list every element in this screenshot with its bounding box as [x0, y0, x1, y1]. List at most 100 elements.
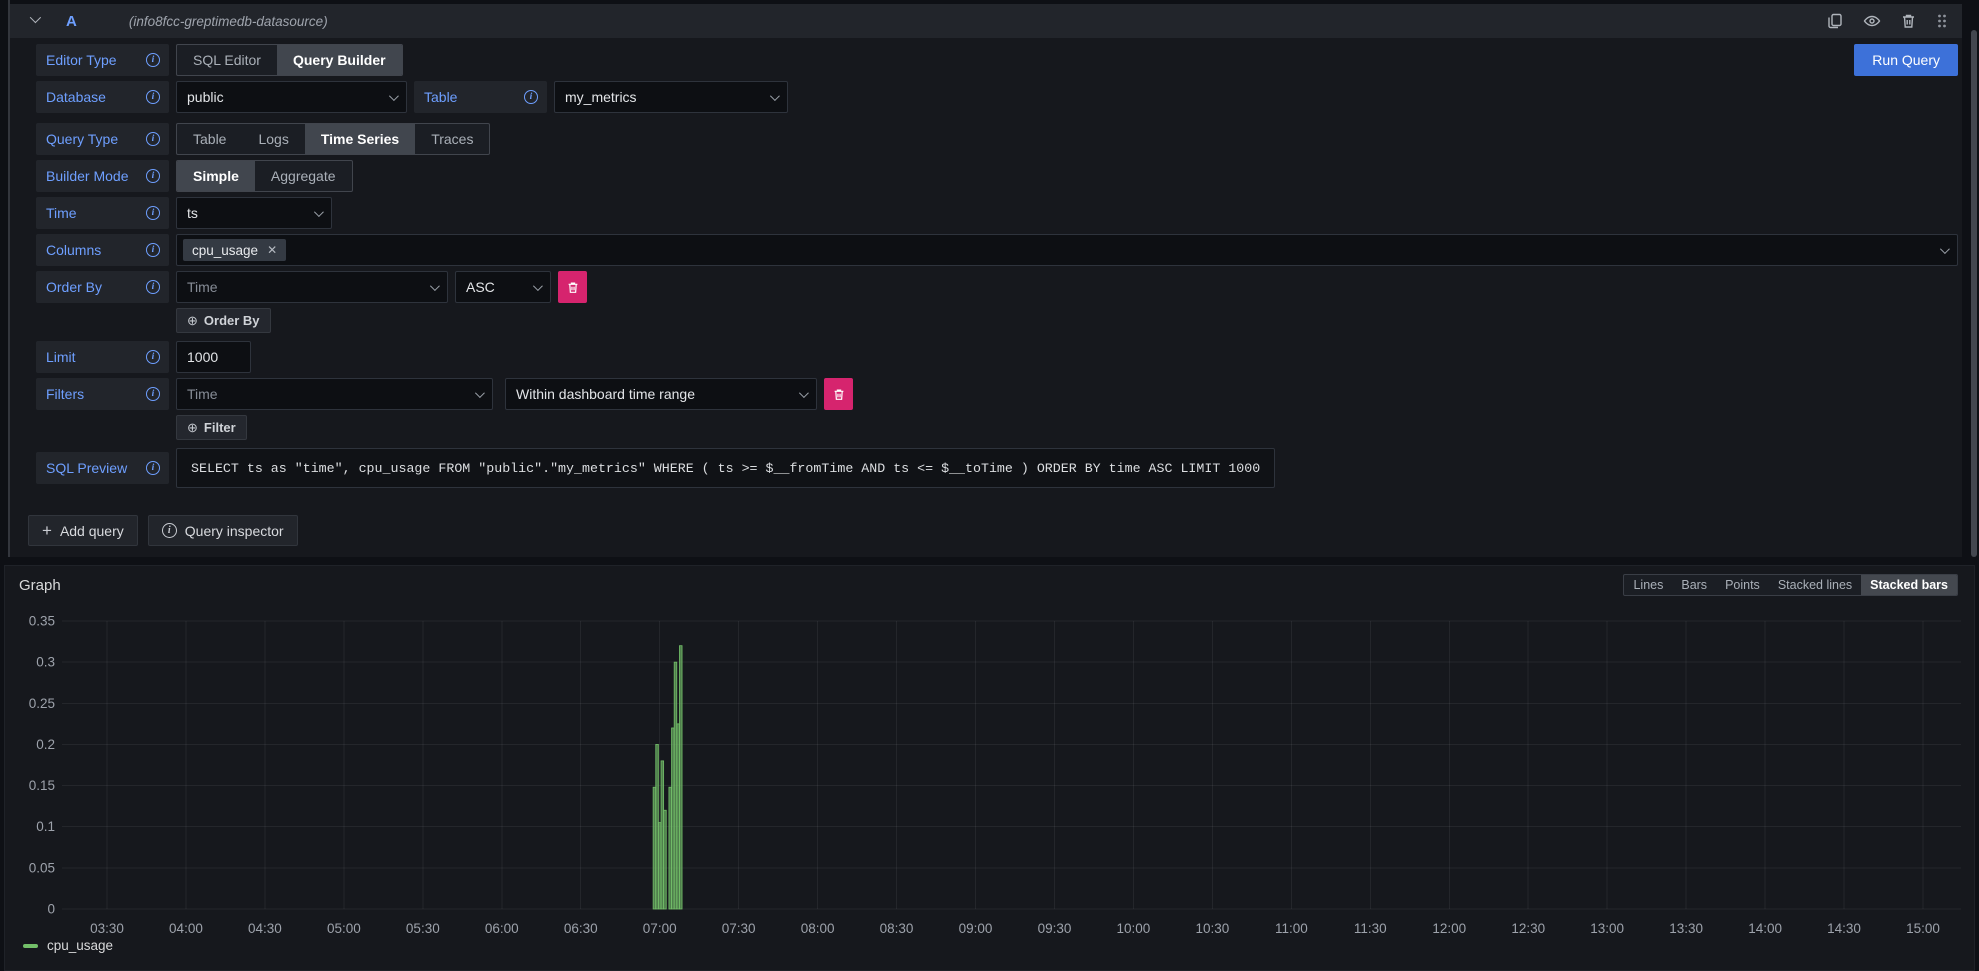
chevron-down-icon — [389, 91, 399, 101]
time-column-select[interactable]: ts — [176, 197, 332, 229]
display-mode-option-lines[interactable]: Lines — [1624, 575, 1672, 595]
chevron-down-icon — [770, 91, 780, 101]
collapse-chevron-icon[interactable] — [30, 12, 41, 23]
info-icon[interactable]: i — [146, 53, 160, 67]
y-axis-tick-label: 0.25 — [29, 696, 55, 711]
y-axis-tick-label: 0 — [47, 902, 55, 917]
query-type-option-time-series[interactable]: Time Series — [305, 124, 415, 154]
add-filter-button[interactable]: ⊕ Filter — [176, 415, 247, 440]
order-by-direction-select[interactable]: ASC — [455, 271, 551, 303]
plus-icon: + — [42, 521, 52, 541]
chevron-down-icon — [475, 388, 485, 398]
display-mode-option-points[interactable]: Points — [1716, 575, 1769, 595]
chevron-down-icon — [430, 281, 440, 291]
info-icon[interactable]: i — [146, 169, 160, 183]
column-tag-cpu_usage[interactable]: cpu_usage✕ — [183, 239, 286, 261]
info-icon[interactable]: i — [146, 280, 160, 294]
bar-cpu_usage-07:08[interactable] — [679, 646, 682, 909]
display-mode-option-stacked-bars[interactable]: Stacked bars — [1861, 575, 1957, 595]
bar-cpu_usage-07:01[interactable] — [661, 761, 664, 909]
scrollbar-thumb[interactable] — [1971, 30, 1977, 557]
x-axis-tick-label: 12:00 — [1432, 921, 1466, 936]
display-mode-option-stacked-lines[interactable]: Stacked lines — [1769, 575, 1861, 595]
x-axis-tick-label: 04:30 — [248, 921, 282, 936]
display-mode-option-bars[interactable]: Bars — [1672, 575, 1716, 595]
info-icon[interactable]: i — [146, 90, 160, 104]
drag-handle-icon[interactable] — [1936, 13, 1948, 29]
query-type-option-table[interactable]: Table — [177, 124, 242, 154]
bar-cpu_usage-07:06[interactable] — [674, 662, 677, 909]
y-axis-tick-label: 0.05 — [29, 860, 55, 875]
chevron-down-icon — [314, 207, 324, 217]
info-icon[interactable]: i — [524, 90, 538, 104]
legend-item-cpu-usage[interactable]: cpu_usage — [23, 938, 113, 953]
cpu-usage-chart[interactable]: 00.050.10.150.20.250.30.3503:3004:0004:3… — [19, 606, 1964, 946]
x-axis-tick-label: 13:00 — [1590, 921, 1624, 936]
add-order-by-button[interactable]: ⊕ Order By — [176, 308, 271, 333]
toggle-visibility-eye-icon[interactable] — [1863, 13, 1881, 29]
display-mode-radio-group: LinesBarsPointsStacked linesStacked bars — [1623, 574, 1958, 596]
query-ref-id[interactable]: A — [66, 13, 77, 30]
query-editor-section: A (info8fcc-greptimedb-datasource) Run Q… — [10, 4, 1962, 557]
query-type-radio-group: TableLogsTime SeriesTraces — [176, 123, 490, 155]
limit-label: Limiti — [36, 341, 169, 373]
bar-cpu_usage-06:59[interactable] — [656, 744, 659, 909]
info-icon[interactable]: i — [146, 350, 160, 364]
info-icon[interactable]: i — [146, 461, 160, 475]
info-icon[interactable]: i — [146, 206, 160, 220]
bar-cpu_usage-07:00[interactable] — [658, 823, 661, 909]
query-type-option-logs[interactable]: Logs — [242, 124, 304, 154]
bar-cpu_usage-07:07[interactable] — [677, 724, 680, 909]
x-axis-tick-label: 10:30 — [1195, 921, 1229, 936]
info-circle-icon: i — [162, 523, 177, 538]
filter-condition-select[interactable]: Within dashboard time range — [505, 378, 817, 410]
x-axis-tick-label: 06:30 — [564, 921, 598, 936]
x-axis-tick-label: 11:30 — [1354, 921, 1387, 936]
graph-panel: Graph LinesBarsPointsStacked linesStacke… — [4, 565, 1975, 971]
table-select[interactable]: my_metrics — [554, 81, 788, 113]
bar-cpu_usage-07:05[interactable] — [672, 728, 675, 909]
order-by-label: Order Byi — [36, 271, 169, 303]
filter-field-select[interactable]: Time — [176, 378, 493, 410]
columns-multiselect[interactable]: cpu_usage✕ — [176, 234, 1958, 266]
filters-label: Filtersi — [36, 378, 169, 410]
order-by-field-select[interactable]: Time — [176, 271, 448, 303]
remove-filter-button[interactable] — [824, 378, 853, 410]
info-icon[interactable]: i — [146, 132, 160, 146]
info-icon[interactable]: i — [146, 243, 160, 257]
trash-icon — [833, 388, 845, 401]
builder-mode-option-aggregate[interactable]: Aggregate — [255, 161, 352, 191]
editor-type-option-sql-editor[interactable]: SQL Editor — [177, 45, 277, 75]
y-axis-tick-label: 0.15 — [29, 778, 55, 793]
chevron-down-icon — [533, 281, 543, 291]
sql-preview-box: SELECT ts as "time", cpu_usage FROM "pub… — [176, 448, 1275, 488]
remove-tag-icon[interactable]: ✕ — [267, 243, 277, 257]
add-query-button[interactable]: + Add query — [28, 515, 138, 546]
limit-input[interactable] — [176, 341, 251, 373]
editor-type-option-query-builder[interactable]: Query Builder — [277, 45, 402, 75]
database-select[interactable]: public — [176, 81, 407, 113]
bar-cpu_usage-06:58[interactable] — [653, 787, 656, 909]
query-header: A (info8fcc-greptimedb-datasource) — [10, 4, 1962, 38]
y-axis-tick-label: 0.2 — [36, 737, 55, 752]
columns-label: Columnsi — [36, 234, 169, 266]
x-axis-tick-label: 07:30 — [722, 921, 756, 936]
builder-mode-radio-group: SimpleAggregate — [176, 160, 353, 192]
duplicate-query-icon[interactable] — [1827, 13, 1843, 29]
sql-preview-label: SQL Previewi — [36, 452, 169, 484]
builder-mode-option-simple[interactable]: Simple — [177, 161, 255, 191]
info-icon[interactable]: i — [146, 387, 160, 401]
query-type-option-traces[interactable]: Traces — [415, 124, 489, 154]
x-axis-tick-label: 09:30 — [1038, 921, 1072, 936]
remove-order-by-button[interactable] — [558, 271, 587, 303]
bar-cpu_usage-07:04[interactable] — [669, 787, 672, 909]
x-axis-tick-label: 08:00 — [801, 921, 835, 936]
query-inspector-button[interactable]: i Query inspector — [148, 515, 298, 546]
y-axis-tick-label: 0.3 — [36, 655, 55, 670]
plus-circle-icon: ⊕ — [187, 313, 198, 329]
bar-cpu_usage-07:02[interactable] — [664, 810, 667, 909]
editor-type-label: Editor Typei — [36, 44, 169, 76]
delete-query-trash-icon[interactable] — [1901, 13, 1916, 29]
time-label: Timei — [36, 197, 169, 229]
builder-mode-label: Builder Modei — [36, 160, 169, 192]
